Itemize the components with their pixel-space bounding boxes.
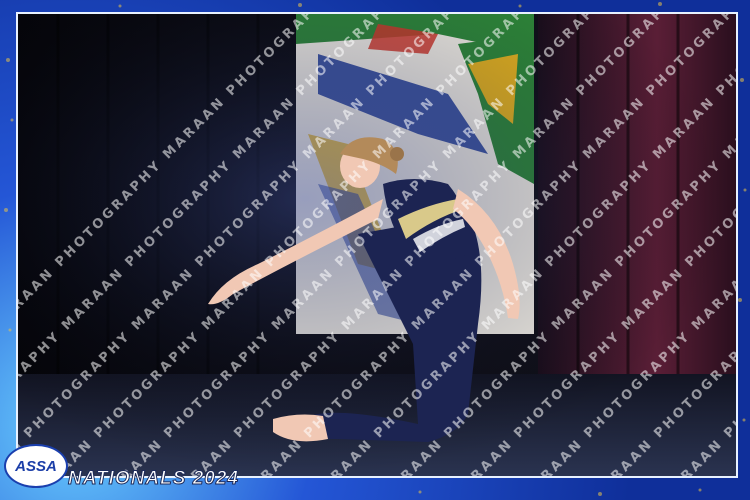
dancer-scene <box>18 14 736 476</box>
logo-text: ASSA <box>15 457 57 475</box>
event-caption: NATIONALS 2024 <box>68 468 239 490</box>
stage-photo: MARAAN PHOTOGRAPHY MARAAN PHOTOGRAPHY MA… <box>16 12 738 478</box>
assa-logo: ASSA <box>4 444 68 488</box>
photo-frame: MARAAN PHOTOGRAPHY MARAAN PHOTOGRAPHY MA… <box>0 0 750 500</box>
